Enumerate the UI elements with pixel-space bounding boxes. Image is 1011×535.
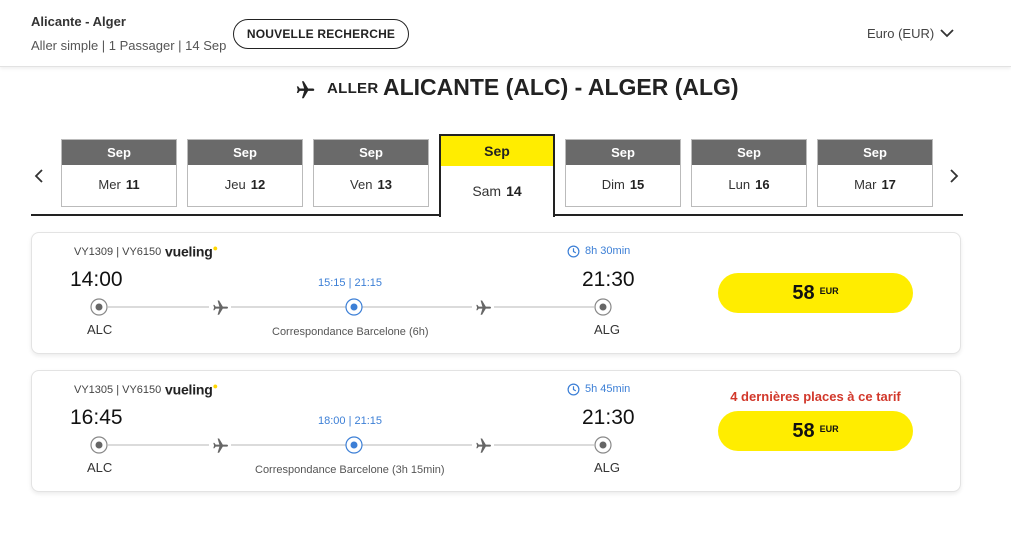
plane-icon xyxy=(209,298,231,316)
price-currency: EUR xyxy=(819,424,839,434)
stopover-dot-icon xyxy=(345,436,363,454)
duration-text: 8h 30min xyxy=(585,245,631,257)
date-tab-selected[interactable]: Sep Sam 14 xyxy=(439,134,555,217)
date-day: 12 xyxy=(250,177,266,192)
date-tab[interactable]: Sep Mer 11 xyxy=(61,139,177,207)
flight-route-track xyxy=(90,436,612,454)
date-month: Sep xyxy=(818,140,932,165)
date-tab[interactable]: Sep Mar 17 xyxy=(817,139,933,207)
chevron-left-icon[interactable] xyxy=(31,168,47,184)
plane-icon xyxy=(472,298,494,316)
date-day: 14 xyxy=(506,183,522,199)
date-weekday: Jeu xyxy=(224,177,246,192)
price-button[interactable]: 58 EUR xyxy=(718,273,913,313)
arrival-airport: ALG xyxy=(594,460,621,475)
flight-card[interactable]: VY1305 | VY6150 vueling● 5h 45min 16:45 … xyxy=(31,370,961,492)
date-month: Sep xyxy=(62,140,176,165)
plane-icon xyxy=(472,436,494,454)
date-tab[interactable]: Sep Ven 13 xyxy=(313,139,429,207)
airline-logo: vueling● xyxy=(165,381,218,398)
duration-text: 5h 45min xyxy=(585,383,631,395)
departure-airport: ALC xyxy=(87,460,113,475)
date-weekday: Lun xyxy=(728,177,751,192)
date-weekday: Ven xyxy=(350,177,373,192)
stopover-dot-icon xyxy=(345,298,363,316)
stopover-times: 15:15 | 21:15 xyxy=(317,277,383,289)
departure-time: 14:00 xyxy=(70,268,123,291)
date-month: Sep xyxy=(692,140,806,165)
date-month: Sep xyxy=(314,140,428,165)
plane-icon xyxy=(296,81,315,99)
flight-duration: 5h 45min xyxy=(567,383,631,396)
arrival-time: 21:30 xyxy=(582,268,635,291)
destination-dot-icon xyxy=(594,436,612,454)
date-tab[interactable]: Sep Lun 16 xyxy=(691,139,807,207)
clock-icon xyxy=(567,245,580,258)
currency-selector[interactable]: Euro (EUR) xyxy=(867,26,934,41)
departure-airport: ALC xyxy=(87,322,113,337)
date-month: Sep xyxy=(188,140,302,165)
flight-card[interactable]: VY1309 | VY6150 vueling● 8h 30min 14:00 … xyxy=(31,232,961,354)
flight-route-track xyxy=(90,298,612,316)
chevron-right-icon[interactable] xyxy=(946,168,962,184)
flight-numbers: VY1309 | VY6150 xyxy=(74,246,162,258)
seats-warning: 4 dernières places à ce tarif xyxy=(730,389,901,404)
price-button[interactable]: 58 EUR xyxy=(718,411,913,451)
date-month: Sep xyxy=(566,140,680,165)
new-search-button[interactable]: NOUVELLE RECHERCHE xyxy=(233,19,409,49)
airline-name: vueling xyxy=(165,243,213,260)
origin-dot-icon xyxy=(90,436,108,454)
date-weekday: Mer xyxy=(98,177,121,192)
arrival-airport: ALG xyxy=(594,322,621,337)
date-day: 17 xyxy=(881,177,896,192)
route-title: ALICANTE (ALC) - ALGER (ALG) xyxy=(383,74,739,100)
origin-dot-icon xyxy=(90,298,108,316)
connection-info: Correspondance Barcelone (3h 15min) xyxy=(255,464,445,476)
clock-icon xyxy=(567,383,580,396)
date-weekday: Mar xyxy=(854,177,877,192)
direction-label: ALLER xyxy=(327,80,379,97)
top-bar: Alicante - Alger Aller simple | 1 Passag… xyxy=(0,0,1011,67)
date-tab[interactable]: Sep Dim 15 xyxy=(565,139,681,207)
date-day: 11 xyxy=(125,177,140,192)
flight-numbers: VY1305 | VY6150 xyxy=(74,384,162,396)
date-weekday: Sam xyxy=(472,183,502,199)
search-route: Alicante - Alger xyxy=(31,14,126,29)
chevron-down-icon[interactable] xyxy=(940,26,954,40)
destination-dot-icon xyxy=(594,298,612,316)
date-day: 13 xyxy=(377,177,392,192)
stopover-times: 18:00 | 21:15 xyxy=(317,415,383,427)
date-month: Sep xyxy=(441,136,553,166)
date-day: 15 xyxy=(629,177,645,192)
flight-duration: 8h 30min xyxy=(567,245,631,258)
plane-icon xyxy=(209,436,231,454)
date-day: 16 xyxy=(755,177,770,192)
price-currency: EUR xyxy=(819,286,839,296)
arrival-time: 21:30 xyxy=(582,406,635,429)
airline-logo: vueling● xyxy=(165,243,218,260)
search-summary: Aller simple | 1 Passager | 14 Sep xyxy=(31,38,227,53)
price-value: 58 xyxy=(792,420,815,442)
departure-time: 16:45 xyxy=(70,406,123,429)
connection-info: Correspondance Barcelone (6h) xyxy=(272,326,429,338)
date-weekday: Dim xyxy=(601,177,625,192)
date-tab[interactable]: Sep Jeu 12 xyxy=(187,139,303,207)
airline-name: vueling xyxy=(165,381,213,398)
price-value: 58 xyxy=(792,282,815,304)
